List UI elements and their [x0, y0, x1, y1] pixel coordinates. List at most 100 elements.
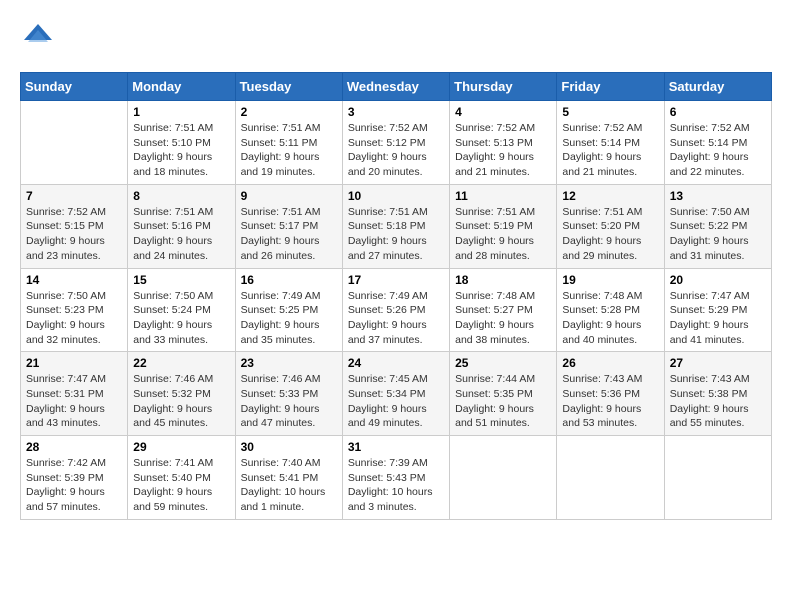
day-number: 25	[455, 356, 551, 370]
day-info: Sunrise: 7:49 AM Sunset: 5:26 PM Dayligh…	[348, 289, 444, 348]
day-info: Sunrise: 7:40 AM Sunset: 5:41 PM Dayligh…	[241, 456, 337, 515]
table-cell: 6 Sunrise: 7:52 AM Sunset: 5:14 PM Daylig…	[664, 101, 771, 185]
table-cell: 17 Sunrise: 7:49 AM Sunset: 5:26 PM Dayli…	[342, 268, 449, 352]
day-number: 30	[241, 440, 337, 454]
day-info: Sunrise: 7:52 AM Sunset: 5:13 PM Dayligh…	[455, 121, 551, 180]
day-info: Sunrise: 7:51 AM Sunset: 5:10 PM Dayligh…	[133, 121, 229, 180]
week-row-3: 14 Sunrise: 7:50 AM Sunset: 5:23 PM Dayli…	[21, 268, 772, 352]
table-cell	[21, 101, 128, 185]
day-number: 28	[26, 440, 122, 454]
day-number: 27	[670, 356, 766, 370]
day-number: 12	[562, 189, 658, 203]
table-cell: 9 Sunrise: 7:51 AM Sunset: 5:17 PM Daylig…	[235, 184, 342, 268]
table-cell: 12 Sunrise: 7:51 AM Sunset: 5:20 PM Dayli…	[557, 184, 664, 268]
weekday-header-friday: Friday	[557, 73, 664, 101]
table-cell	[450, 436, 557, 520]
day-number: 14	[26, 273, 122, 287]
day-number: 21	[26, 356, 122, 370]
table-cell: 30 Sunrise: 7:40 AM Sunset: 5:41 PM Dayli…	[235, 436, 342, 520]
day-number: 9	[241, 189, 337, 203]
week-row-5: 28 Sunrise: 7:42 AM Sunset: 5:39 PM Dayli…	[21, 436, 772, 520]
day-info: Sunrise: 7:39 AM Sunset: 5:43 PM Dayligh…	[348, 456, 444, 515]
day-number: 17	[348, 273, 444, 287]
day-number: 26	[562, 356, 658, 370]
day-number: 7	[26, 189, 122, 203]
day-number: 23	[241, 356, 337, 370]
weekday-header-sunday: Sunday	[21, 73, 128, 101]
day-number: 18	[455, 273, 551, 287]
day-info: Sunrise: 7:48 AM Sunset: 5:27 PM Dayligh…	[455, 289, 551, 348]
table-cell: 28 Sunrise: 7:42 AM Sunset: 5:39 PM Dayli…	[21, 436, 128, 520]
day-number: 4	[455, 105, 551, 119]
weekday-header-wednesday: Wednesday	[342, 73, 449, 101]
day-info: Sunrise: 7:47 AM Sunset: 5:31 PM Dayligh…	[26, 372, 122, 431]
day-number: 22	[133, 356, 229, 370]
table-cell: 31 Sunrise: 7:39 AM Sunset: 5:43 PM Dayli…	[342, 436, 449, 520]
day-number: 20	[670, 273, 766, 287]
table-cell	[664, 436, 771, 520]
weekday-header-monday: Monday	[128, 73, 235, 101]
day-info: Sunrise: 7:44 AM Sunset: 5:35 PM Dayligh…	[455, 372, 551, 431]
table-cell: 18 Sunrise: 7:48 AM Sunset: 5:27 PM Dayli…	[450, 268, 557, 352]
day-info: Sunrise: 7:51 AM Sunset: 5:18 PM Dayligh…	[348, 205, 444, 264]
table-cell: 5Sunrise: 7:52 AM Sunset: 5:14 PM Daylig…	[557, 101, 664, 185]
calendar-table: SundayMondayTuesdayWednesdayThursdayFrid…	[20, 72, 772, 520]
day-number: 2	[241, 105, 337, 119]
calendar-body: 1 Sunrise: 7:51 AM Sunset: 5:10 PM Daylig…	[21, 101, 772, 520]
table-cell: 26 Sunrise: 7:43 AM Sunset: 5:36 PM Dayli…	[557, 352, 664, 436]
day-info: Sunrise: 7:51 AM Sunset: 5:20 PM Dayligh…	[562, 205, 658, 264]
weekday-header-row: SundayMondayTuesdayWednesdayThursdayFrid…	[21, 73, 772, 101]
day-info: Sunrise: 7:43 AM Sunset: 5:36 PM Dayligh…	[562, 372, 658, 431]
table-cell: 20 Sunrise: 7:47 AM Sunset: 5:29 PM Dayli…	[664, 268, 771, 352]
day-info: Sunrise: 7:51 AM Sunset: 5:19 PM Dayligh…	[455, 205, 551, 264]
table-cell: 1 Sunrise: 7:51 AM Sunset: 5:10 PM Daylig…	[128, 101, 235, 185]
table-cell: 3 Sunrise: 7:52 AM Sunset: 5:12 PM Daylig…	[342, 101, 449, 185]
day-number: 31	[348, 440, 444, 454]
table-cell: 25 Sunrise: 7:44 AM Sunset: 5:35 PM Dayli…	[450, 352, 557, 436]
week-row-1: 1 Sunrise: 7:51 AM Sunset: 5:10 PM Daylig…	[21, 101, 772, 185]
day-info: Sunrise: 7:42 AM Sunset: 5:39 PM Dayligh…	[26, 456, 122, 515]
week-row-4: 21 Sunrise: 7:47 AM Sunset: 5:31 PM Dayli…	[21, 352, 772, 436]
day-number: 11	[455, 189, 551, 203]
day-info: Sunrise: 7:50 AM Sunset: 5:22 PM Dayligh…	[670, 205, 766, 264]
table-cell: 16Sunrise: 7:49 AM Sunset: 5:25 PM Dayli…	[235, 268, 342, 352]
table-cell: 7 Sunrise: 7:52 AM Sunset: 5:15 PM Daylig…	[21, 184, 128, 268]
day-number: 6	[670, 105, 766, 119]
table-cell	[557, 436, 664, 520]
weekday-header-thursday: Thursday	[450, 73, 557, 101]
day-info: Sunrise: 7:50 AM Sunset: 5:23 PM Dayligh…	[26, 289, 122, 348]
day-number: 19	[562, 273, 658, 287]
day-info: Sunrise: 7:51 AM Sunset: 5:16 PM Dayligh…	[133, 205, 229, 264]
day-info: Sunrise: 7:43 AM Sunset: 5:38 PM Dayligh…	[670, 372, 766, 431]
table-cell: 29Sunrise: 7:41 AM Sunset: 5:40 PM Dayli…	[128, 436, 235, 520]
day-info: Sunrise: 7:52 AM Sunset: 5:12 PM Dayligh…	[348, 121, 444, 180]
day-number: 3	[348, 105, 444, 119]
table-cell: 10Sunrise: 7:51 AM Sunset: 5:18 PM Dayli…	[342, 184, 449, 268]
day-number: 16	[241, 273, 337, 287]
day-info: Sunrise: 7:46 AM Sunset: 5:33 PM Dayligh…	[241, 372, 337, 431]
day-info: Sunrise: 7:47 AM Sunset: 5:29 PM Dayligh…	[670, 289, 766, 348]
table-cell: 19 Sunrise: 7:48 AM Sunset: 5:28 PM Dayli…	[557, 268, 664, 352]
day-number: 1	[133, 105, 229, 119]
day-info: Sunrise: 7:51 AM Sunset: 5:17 PM Dayligh…	[241, 205, 337, 264]
day-info: Sunrise: 7:52 AM Sunset: 5:14 PM Dayligh…	[562, 121, 658, 180]
table-cell: 4 Sunrise: 7:52 AM Sunset: 5:13 PM Daylig…	[450, 101, 557, 185]
table-cell: 22 Sunrise: 7:46 AM Sunset: 5:32 PM Dayli…	[128, 352, 235, 436]
day-info: Sunrise: 7:52 AM Sunset: 5:14 PM Dayligh…	[670, 121, 766, 180]
day-info: Sunrise: 7:46 AM Sunset: 5:32 PM Dayligh…	[133, 372, 229, 431]
table-cell: 14 Sunrise: 7:50 AM Sunset: 5:23 PM Dayli…	[21, 268, 128, 352]
day-info: Sunrise: 7:45 AM Sunset: 5:34 PM Dayligh…	[348, 372, 444, 431]
day-info: Sunrise: 7:48 AM Sunset: 5:28 PM Dayligh…	[562, 289, 658, 348]
day-number: 29	[133, 440, 229, 454]
day-info: Sunrise: 7:52 AM Sunset: 5:15 PM Dayligh…	[26, 205, 122, 264]
table-cell: 2Sunrise: 7:51 AM Sunset: 5:11 PM Daylig…	[235, 101, 342, 185]
table-cell: 13Sunrise: 7:50 AM Sunset: 5:22 PM Dayli…	[664, 184, 771, 268]
table-cell: 11 Sunrise: 7:51 AM Sunset: 5:19 PM Dayli…	[450, 184, 557, 268]
table-cell: 24Sunrise: 7:45 AM Sunset: 5:34 PM Dayli…	[342, 352, 449, 436]
day-info: Sunrise: 7:50 AM Sunset: 5:24 PM Dayligh…	[133, 289, 229, 348]
weekday-header-tuesday: Tuesday	[235, 73, 342, 101]
week-row-2: 7 Sunrise: 7:52 AM Sunset: 5:15 PM Daylig…	[21, 184, 772, 268]
logo	[20, 20, 60, 56]
table-cell: 23 Sunrise: 7:46 AM Sunset: 5:33 PM Dayli…	[235, 352, 342, 436]
logo-icon	[20, 20, 56, 56]
